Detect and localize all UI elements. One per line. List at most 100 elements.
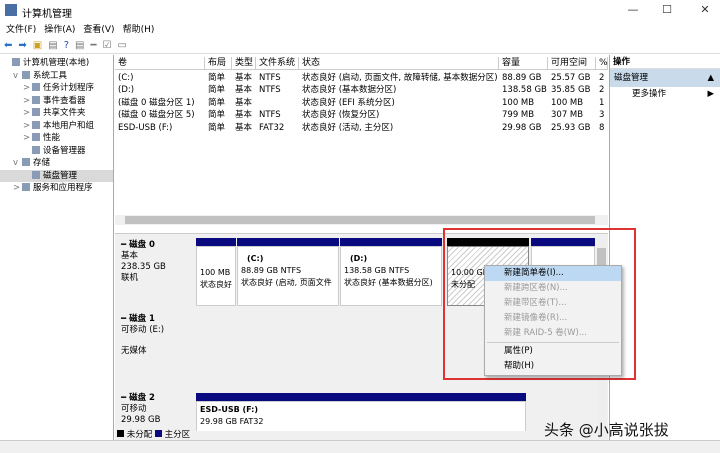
tree-item-icon	[32, 95, 40, 104]
table-cell: NTFS	[259, 85, 281, 96]
expand-toggle-icon[interactable]: >	[23, 95, 32, 108]
table-row[interactable]: (D:) 简单 基本 NTFS 状态良好 (基本数据分区) 138.58 GB 35.85 …	[115, 84, 608, 96]
tree-item-icon	[22, 183, 30, 191]
column-header[interactable]: 卷	[115, 57, 205, 70]
maximize-button[interactable]: ☐	[652, 3, 682, 19]
table-cell: 简单	[208, 85, 226, 96]
partition-status: 状态良好 (启动, 页面文件	[241, 278, 332, 287]
help-icon[interactable]: ?	[64, 40, 69, 51]
back-icon[interactable]: ⬅	[4, 40, 12, 51]
table-row[interactable]: (磁盘 0 磁盘分区 1) 简单 基本 状态良好 (EFI 系统分区) 100 MB 10…	[115, 97, 608, 109]
expand-toggle-icon[interactable]: v	[13, 157, 22, 170]
primary-swatch	[154, 430, 162, 437]
tree-item-label: 本地用户和组	[43, 120, 95, 131]
disk-2-label[interactable]: ━ 磁盘 2 可移动 29.98 GB	[117, 391, 195, 431]
menu-action[interactable]: 操作(A)	[44, 22, 75, 37]
tree-item[interactable]: v 存储	[0, 157, 113, 170]
context-menu-item[interactable]: 新建镜像卷(R)...	[485, 311, 621, 326]
table-cell: 3	[599, 110, 605, 121]
tree-item[interactable]: 计算机管理(本地)	[0, 57, 113, 70]
table-cell: 138.58 GB	[502, 85, 547, 96]
column-header[interactable]: 状态	[299, 57, 499, 70]
disk-size: 238.35 GB	[121, 262, 166, 272]
actions-section-disk-management[interactable]: 磁盘管理 ▲	[610, 69, 720, 87]
menu-view[interactable]: 查看(V)	[83, 22, 114, 37]
tree-item-icon	[32, 133, 40, 141]
disk-state: 联机	[121, 273, 139, 283]
table-cell: 基本	[235, 85, 253, 96]
collapse-icon[interactable]: ▲	[707, 69, 714, 87]
column-header[interactable]: 布局	[205, 57, 232, 70]
table-cell: 799 MB	[502, 110, 535, 121]
check-icon[interactable]: ☑	[102, 40, 111, 51]
table-cell: ESD-USB (F:)	[118, 122, 173, 133]
table-row[interactable]: ESD-USB (F:) 简单 基本 FAT32 状态良好 (活动, 主分区) 29.98…	[115, 122, 608, 134]
expand-toggle-icon[interactable]: v	[13, 70, 22, 83]
column-header[interactable]: 文件系统	[256, 57, 299, 70]
tree-item-label: 设备管理器	[43, 145, 86, 156]
column-header[interactable]: %	[596, 57, 608, 70]
context-menu-item[interactable]: 新建简单卷(I)...	[485, 266, 621, 281]
more-actions[interactable]: 更多操作 ▶	[610, 87, 720, 102]
table-row[interactable]: (磁盘 0 磁盘分区 5) 简单 基本 NTFS 状态良好 (恢复分区) 799 MB 30…	[115, 109, 608, 121]
tree-item[interactable]: > 服务和应用程序	[0, 182, 113, 195]
show-tree-icon[interactable]: ▤	[48, 40, 57, 51]
tree-item[interactable]: 设备管理器	[0, 145, 113, 158]
menu-file[interactable]: 文件(F)	[6, 22, 36, 37]
expand-toggle-icon[interactable]: >	[13, 182, 22, 195]
tree-item[interactable]: 磁盘管理	[0, 169, 113, 182]
disk-0-label[interactable]: ━ 磁盘 0 基本 238.35 GB 联机	[117, 238, 195, 306]
expand-toggle-icon[interactable]: >	[23, 132, 32, 145]
context-menu-item[interactable]: 帮助(H)	[485, 359, 621, 374]
partition-c[interactable]: (C:) 88.89 GB NTFS 状态良好 (启动, 页面文件	[237, 238, 339, 306]
up-folder-icon[interactable]: ▣	[33, 40, 42, 51]
context-menu-item[interactable]: 新建 RAID-5 卷(W)...	[485, 326, 621, 341]
partition-status: 状态良好 (基本数据分区)	[344, 278, 433, 287]
table-cell: 状态良好 (启动, 页面文件, 故障转储, 基本数据分区)	[302, 73, 498, 83]
properties-icon[interactable]: ▭	[117, 40, 126, 51]
expand-toggle-icon[interactable]: >	[23, 82, 32, 95]
horizontal-scrollbar[interactable]	[115, 215, 608, 225]
context-menu-item[interactable]: 新建跨区卷(N)...	[485, 281, 621, 296]
table-cell: 状态良好 (活动, 主分区)	[302, 122, 394, 133]
partition-esd-usb[interactable]: ESD-USB (F:) 29.98 GB FAT32	[196, 393, 526, 431]
menu-separator	[487, 342, 619, 343]
tree-item[interactable]: > 任务计划程序	[0, 82, 113, 95]
connect-icon[interactable]: ━	[90, 40, 96, 51]
disk-type: 可移动 (E:)	[121, 325, 165, 335]
partition-efi[interactable]: 100 MB 状态良好	[196, 238, 236, 306]
tree-item[interactable]: > 共享文件夹	[0, 107, 113, 120]
table-row[interactable]: (C:) 简单 基本 NTFS 状态良好 (启动, 页面文件, 故障转储, 基本数据分区…	[115, 72, 608, 84]
tree-item[interactable]: > 事件查看器	[0, 95, 113, 108]
show-action-pane-icon[interactable]: ▤	[75, 40, 84, 51]
context-menu-item[interactable]: 属性(P)	[485, 344, 621, 359]
computer-management-icon	[5, 4, 17, 16]
column-header[interactable]: 可用空间	[548, 57, 596, 70]
partition-status: 状态良好	[200, 280, 232, 289]
disk-1-label[interactable]: ━ 磁盘 1 可移动 (E:) 无媒体	[117, 312, 195, 386]
minimize-button[interactable]: —	[618, 3, 648, 19]
tree-item-icon	[32, 145, 40, 154]
expand-toggle-icon[interactable]: >	[23, 107, 32, 120]
close-button[interactable]: ✕	[690, 3, 720, 19]
table-cell: 状态良好 (恢复分区)	[302, 110, 380, 121]
context-menu-item[interactable]: 新建带区卷(T)...	[485, 296, 621, 311]
table-cell: 307 MB	[551, 110, 584, 121]
tree-item[interactable]: > 本地用户和组	[0, 120, 113, 133]
table-cell: 状态良好 (基本数据分区)	[302, 85, 397, 96]
tree-item-icon	[32, 83, 40, 91]
menu-help[interactable]: 帮助(H)	[123, 22, 155, 37]
tree-item-icon	[32, 120, 40, 129]
column-header[interactable]: 类型	[232, 57, 256, 70]
context-menu: 新建简单卷(I)... 新建跨区卷(N)... 新建带区卷(T)... 新建镜像卷(R…	[484, 265, 622, 376]
expand-toggle-icon[interactable]: >	[23, 120, 32, 133]
table-cell: 25.57 GB	[551, 73, 591, 83]
partition-d[interactable]: (D:) 138.58 GB NTFS 状态良好 (基本数据分区)	[340, 238, 442, 306]
table-cell: 88.89 GB	[502, 73, 542, 83]
tree-item[interactable]: > 性能	[0, 132, 113, 145]
column-header[interactable]: 容量	[499, 57, 548, 70]
tree-item[interactable]: v 系统工具	[0, 70, 113, 83]
partition-size: 138.58 GB NTFS	[344, 266, 410, 275]
disk-name: 磁盘 1	[129, 314, 155, 324]
forward-icon[interactable]: ➡	[18, 40, 26, 51]
